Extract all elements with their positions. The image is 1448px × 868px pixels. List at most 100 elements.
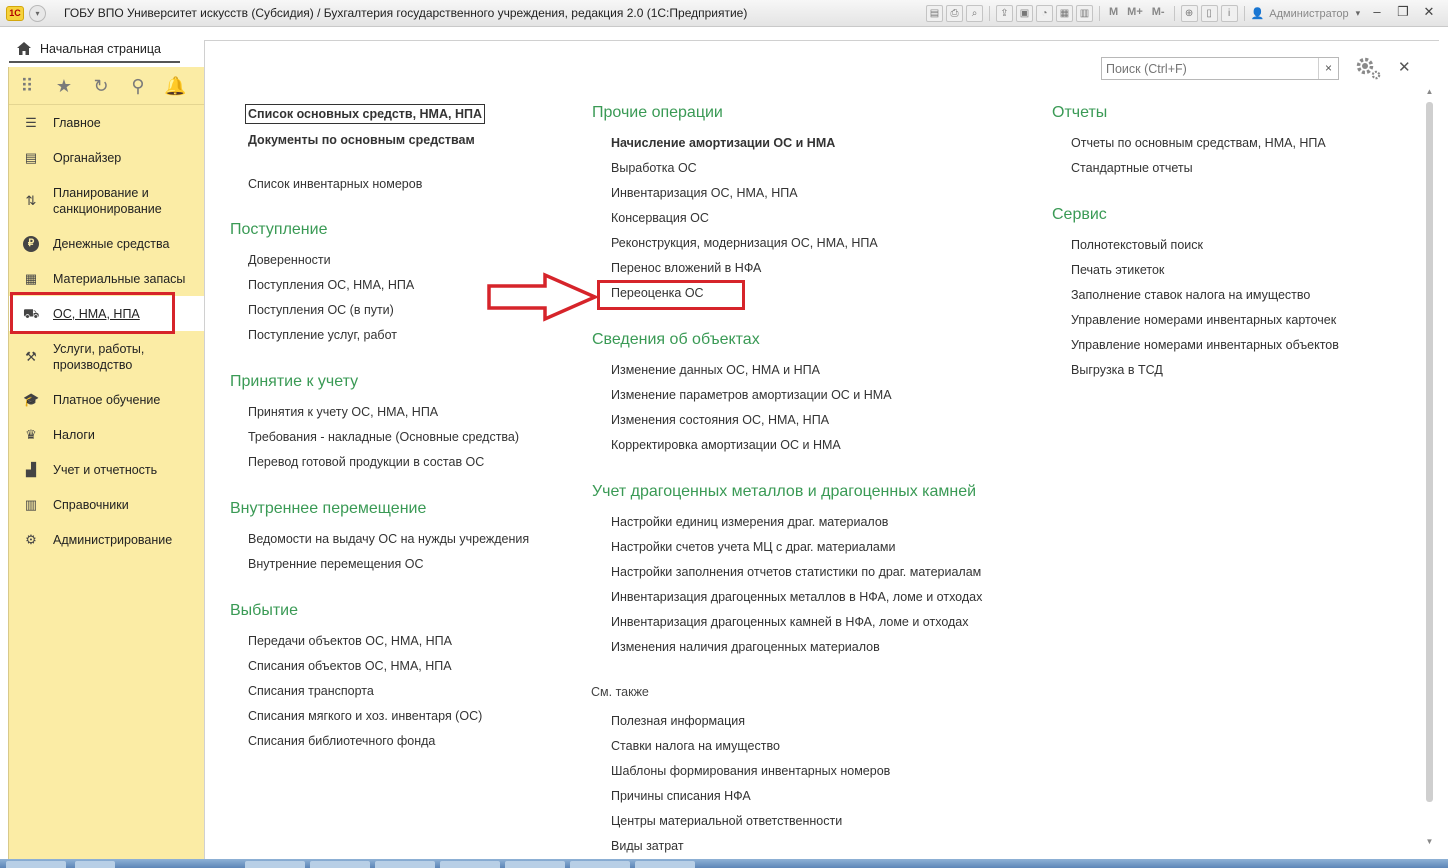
section-link[interactable]: Требования - накладные (Основные средств… xyxy=(248,430,519,444)
sidebar-item-administration[interactable]: ⚙ Администрирование xyxy=(9,522,204,557)
section-link[interactable]: Изменение данных ОС, НМА и НПА xyxy=(611,363,820,377)
section-link[interactable]: Списания объектов ОС, НМА, НПА xyxy=(248,659,452,673)
section-link[interactable]: Изменения наличия драгоценных материалов xyxy=(611,640,880,654)
history-clock-icon[interactable]: ↻ xyxy=(90,75,112,97)
history-icon[interactable]: ◔ xyxy=(1036,5,1053,22)
bell-icon[interactable]: 🔔 xyxy=(164,75,186,97)
scroll-up-icon[interactable]: ▲ xyxy=(1423,87,1436,97)
section-link[interactable]: Управление номерами инвентарных карточек xyxy=(1071,313,1336,327)
see-also-link[interactable]: Ставки налога на имущество xyxy=(611,739,780,753)
section-link[interactable]: Полнотекстовый поиск xyxy=(1071,238,1203,252)
sidebar-item-fixed-assets[interactable]: ⛟ ОС, НМА, НПА xyxy=(9,292,204,334)
section-link[interactable]: Стандартные отчеты xyxy=(1071,161,1193,175)
memory-plus-button[interactable]: M+ xyxy=(1124,5,1146,22)
section-link[interactable]: Передачи объектов ОС, НМА, НПА xyxy=(248,634,452,648)
user-name[interactable]: Администратор xyxy=(1269,8,1348,20)
section-link[interactable]: Реконструкция, модернизация ОС, НМА, НПА xyxy=(611,236,878,250)
user-dropdown-icon[interactable]: ▾ xyxy=(1356,8,1361,19)
section-link[interactable]: Настройки счетов учета МЦ с драг. матери… xyxy=(611,540,895,554)
section-link[interactable]: Инвентаризация ОС, НМА, НПА xyxy=(611,186,798,200)
section-link[interactable]: Выработка ОС xyxy=(611,161,697,175)
section-link[interactable]: Перенос вложений в НФА xyxy=(611,261,761,275)
taskbar-button[interactable] xyxy=(245,861,305,868)
tab-home[interactable]: Начальная страница xyxy=(9,36,180,63)
section-link[interactable]: Инвентаризация драгоценных камней в НФА,… xyxy=(611,615,969,629)
taskbar-button[interactable] xyxy=(6,861,66,868)
save-icon[interactable]: ▤ xyxy=(926,5,943,22)
section-link[interactable]: Ведомости на выдачу ОС на нужды учрежден… xyxy=(248,532,529,546)
taskbar-button[interactable] xyxy=(505,861,565,868)
sidebar-item-planning[interactable]: ⇅ Планирование и санкционирование xyxy=(9,175,204,226)
see-also-link[interactable]: Виды затрат xyxy=(611,839,684,853)
taskbar-button[interactable] xyxy=(635,861,695,868)
search-icon[interactable]: ⚲ xyxy=(127,75,149,97)
sidebar-item-services[interactable]: ⚒ Услуги, работы, производство xyxy=(9,331,204,382)
calendar-icon[interactable]: ▦ xyxy=(1056,5,1073,22)
section-link[interactable]: Заполнение ставок налога на имущество xyxy=(1071,288,1310,302)
section-link[interactable]: Изменения состояния ОС, НМА, НПА xyxy=(611,413,829,427)
section-link[interactable]: Внутренние перемещения ОС xyxy=(248,557,423,571)
taskbar-button[interactable] xyxy=(75,861,115,868)
section-link[interactable]: Настройки единиц измерения драг. материа… xyxy=(611,515,888,529)
apps-grid-icon[interactable]: ⠿ xyxy=(16,75,38,97)
sidebar-item-main[interactable]: ☰ Главное xyxy=(9,105,204,140)
taskbar-button[interactable] xyxy=(310,861,370,868)
settings-gear-icon[interactable] xyxy=(1354,55,1382,81)
favorites-star-icon[interactable]: ★ xyxy=(53,75,75,97)
section-link[interactable]: Поступление услуг, работ xyxy=(248,328,397,342)
taskbar-button[interactable] xyxy=(375,861,435,868)
section-link[interactable]: Принятия к учету ОС, НМА, НПА xyxy=(248,405,438,419)
section-link[interactable]: Управление номерами инвентарных объектов xyxy=(1071,338,1339,352)
close-window-icon[interactable]: ✕ xyxy=(1418,4,1440,22)
main-menu-button[interactable]: ▾ xyxy=(29,5,46,22)
scroll-down-icon[interactable]: ▼ xyxy=(1423,837,1436,847)
section-link[interactable]: Доверенности xyxy=(248,253,331,267)
section-link[interactable]: Списания библиотечного фонда xyxy=(248,734,435,748)
panel-icon[interactable]: ▯ xyxy=(1200,5,1218,22)
print-icon[interactable]: ⎙ xyxy=(946,5,963,22)
sidebar-item-reporting[interactable]: ▟ Учет и отчетность xyxy=(9,452,204,487)
sidebar-item-materials[interactable]: ▦ Материальные запасы xyxy=(9,261,204,296)
see-also-link[interactable]: Причины списания НФА xyxy=(611,789,751,803)
section-link[interactable]: Изменение параметров амортизации ОС и НМ… xyxy=(611,388,892,402)
sidebar-item-directories[interactable]: ▥ Справочники xyxy=(9,487,204,522)
link-icon[interactable]: ⇪ xyxy=(996,5,1013,22)
sidebar-item-taxes[interactable]: ♛ Налоги xyxy=(9,417,204,452)
calculator-icon[interactable]: ▥ xyxy=(1076,5,1093,22)
depreciation-link[interactable]: Начисление амортизации ОС и НМА xyxy=(611,136,835,150)
fixed-assets-documents-link[interactable]: Документы по основным средствам xyxy=(248,133,475,147)
vertical-scrollbar[interactable]: ▲ ▼ xyxy=(1423,87,1436,847)
search-clear-icon[interactable]: × xyxy=(1318,58,1338,79)
taskbar-button[interactable] xyxy=(570,861,630,868)
section-link[interactable]: Корректировка амортизации ОС и НМА xyxy=(611,438,841,452)
preview-icon[interactable]: ⌕ xyxy=(966,5,983,22)
section-link[interactable]: Поступления ОС, НМА, НПА xyxy=(248,278,414,292)
section-link[interactable]: Списания транспорта xyxy=(248,684,374,698)
restore-icon[interactable]: ❐ xyxy=(1392,4,1414,22)
see-also-link[interactable]: Шаблоны формирования инвентарных номеров xyxy=(611,764,890,778)
sidebar-item-money[interactable]: ₽ Денежные средства xyxy=(9,226,204,261)
attach-icon[interactable]: ▣ xyxy=(1016,5,1033,22)
taskbar-button[interactable] xyxy=(440,861,500,868)
sidebar-item-paid-education[interactable]: 🎓 Платное обучение xyxy=(9,382,204,417)
fixed-assets-list-link[interactable]: Список основных средств, НМА, НПА xyxy=(245,104,485,124)
section-link[interactable]: Настройки заполнения отчетов статистики … xyxy=(611,565,981,579)
see-also-link[interactable]: Центры материальной ответственности xyxy=(611,814,842,828)
search-input[interactable] xyxy=(1102,58,1318,79)
section-link[interactable]: Поступления ОС (в пути) xyxy=(248,303,394,317)
zoom-icon[interactable]: ⊕ xyxy=(1180,5,1198,22)
scroll-thumb[interactable] xyxy=(1426,102,1433,802)
section-link[interactable]: Отчеты по основным средствам, НМА, НПА xyxy=(1071,136,1326,150)
memory-minus-button[interactable]: M- xyxy=(1149,5,1168,22)
section-link[interactable]: Консервация ОС xyxy=(611,211,709,225)
section-link[interactable]: Инвентаризация драгоценных металлов в НФ… xyxy=(611,590,982,604)
see-also-link[interactable]: Полезная информация xyxy=(611,714,745,728)
memory-button[interactable]: M xyxy=(1106,5,1121,22)
inventory-numbers-link[interactable]: Список инвентарных номеров xyxy=(248,177,422,191)
section-link[interactable]: Печать этикеток xyxy=(1071,263,1164,277)
section-link[interactable]: Выгрузка в ТСД xyxy=(1071,363,1163,377)
section-link[interactable]: Перевод готовой продукции в состав ОС xyxy=(248,455,484,469)
close-icon[interactable]: ✕ xyxy=(1398,58,1411,76)
minimize-icon[interactable]: – xyxy=(1366,4,1388,22)
section-link[interactable]: Списания мягкого и хоз. инвентаря (ОС) xyxy=(248,709,482,723)
